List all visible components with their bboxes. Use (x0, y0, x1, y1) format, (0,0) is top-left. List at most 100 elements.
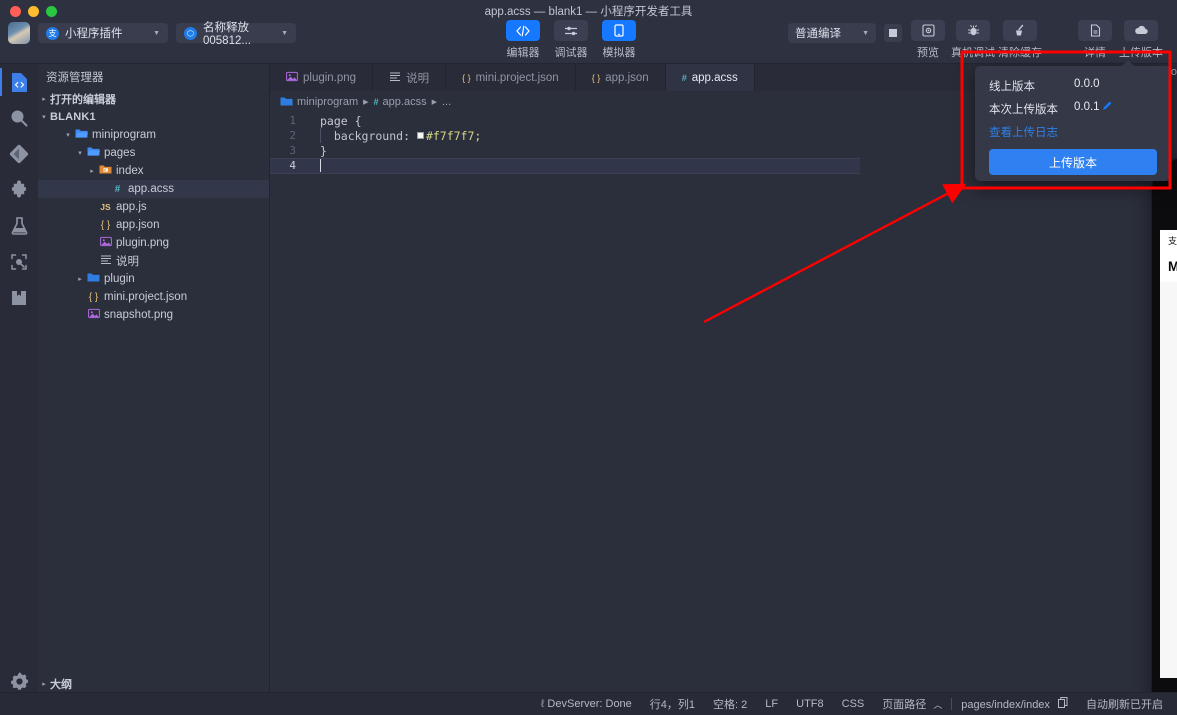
tree-item-mini-project-json[interactable]: { } mini.project.json (38, 288, 269, 306)
editor-tab-label: plugin.png (303, 71, 357, 84)
tree-item-app-acss[interactable]: # app.acss (38, 180, 269, 198)
activity-item-explorer[interactable] (0, 64, 38, 100)
status-eol[interactable]: LF (756, 698, 787, 710)
code-token: page { (320, 113, 362, 128)
image-icon (98, 236, 113, 250)
explorer-title: 资源管理器 (46, 72, 104, 84)
breadcrumb-item[interactable]: miniprogram (280, 96, 358, 109)
plugin-type-label: 小程序插件 (65, 28, 123, 40)
activity-item-inspector[interactable] (0, 244, 38, 280)
project-selector[interactable]: ⬡ 名称释放005812... ▼ (176, 22, 296, 47)
upload-version-submit-button[interactable]: 上传版本 (989, 149, 1157, 175)
status-cursor-position[interactable]: 行4，列1 (641, 696, 704, 712)
online-version-label: 线上版本 (989, 81, 1035, 93)
breadcrumb-label: miniprogram (297, 96, 359, 108)
status-page-path-toggle[interactable]: 页面路径 ︿ (873, 696, 951, 712)
status-auto-refresh[interactable]: 自动刷新已开启 (1077, 696, 1177, 712)
activity-item-extensions[interactable] (0, 172, 38, 208)
tree-item-plugin[interactable]: ▸ plugin (38, 270, 269, 288)
code-editor[interactable]: 1 page {2 background: #f7f7f7; 3} 4 (270, 113, 860, 692)
status-language[interactable]: CSS (833, 698, 874, 710)
line-number: 1 (289, 114, 296, 127)
activity-bar (0, 64, 38, 715)
sidebar-section-project[interactable]: ▾ BLANK1 (38, 108, 269, 126)
line-number: 3 (289, 144, 296, 157)
open-editors-label: 打开的编辑器 (50, 94, 116, 106)
sliders-icon (554, 20, 588, 41)
code-line[interactable]: 3} (270, 143, 860, 158)
toolbar-button-editor[interactable]: 编辑器 (497, 20, 549, 60)
broom-icon (1003, 20, 1037, 41)
tree-item-plugin-png[interactable]: plugin.png (38, 234, 269, 252)
activity-item-search[interactable] (0, 100, 38, 136)
tree-item-pages[interactable]: ▾ pages (38, 144, 269, 162)
status-encoding[interactable]: UTF8 (787, 698, 833, 710)
title-bar: app.acss — blank1 — 小程序开发者工具 支 小程序插件 ▼ ⬡… (0, 0, 1177, 64)
editor-tab-mini-project-json[interactable]: { } mini.project.json (446, 64, 576, 91)
phone-screen: 支付宝 My App ··· (1160, 230, 1177, 678)
toolbar-button-debugger[interactable]: 调试器 (545, 20, 597, 60)
compile-mode-selector[interactable]: 普通编译 ▼ (788, 23, 876, 43)
toolbar-label-upload-version: 上传版本 (1119, 47, 1163, 59)
toolbar-button-simulator[interactable]: 模拟器 (593, 20, 645, 60)
upload-version-label: 本次上传版本 (989, 104, 1058, 116)
code-line-text: page { (306, 114, 362, 128)
sidebar-section-outline[interactable]: ▸ 大纲 (38, 675, 270, 693)
status-page-path-value[interactable]: pages/index/index (952, 697, 1077, 711)
tree-item-label: snapshot.png (104, 309, 174, 321)
project-root-label: BLANK1 (50, 111, 96, 123)
tree-item-app-js[interactable]: JS app.js (38, 198, 269, 216)
toolbar-button-upload-version[interactable]: 上传版本 (1115, 20, 1167, 60)
chevron-down-icon[interactable]: ▾ (62, 131, 74, 139)
window-title: app.acss — blank1 — 小程序开发者工具 (484, 6, 693, 18)
code-icon (506, 20, 540, 41)
view-upload-log-link[interactable]: 查看上传日志 (989, 124, 1157, 140)
breadcrumb-item[interactable]: # app.acss (374, 96, 427, 108)
chevron-down-icon: ▼ (862, 29, 869, 37)
code-line[interactable]: 4 (270, 158, 860, 173)
plugin-type-selector[interactable]: 支 小程序插件 ▼ (38, 23, 168, 43)
tree-item-index[interactable]: ▸ index (38, 162, 269, 180)
plugin-badge-icon: 支 (46, 26, 59, 40)
tree-item-label: plugin (104, 273, 135, 285)
pencil-icon[interactable] (1102, 101, 1112, 117)
code-line-text: } (306, 144, 327, 158)
chevron-right-icon[interactable]: ▸ (86, 167, 98, 175)
sidebar-section-open-editors[interactable]: ▸ 打开的编辑器 (38, 90, 269, 108)
code-line[interactable]: 2 background: #f7f7f7; (270, 128, 860, 143)
stop-compile-button[interactable] (884, 24, 902, 42)
tree-item-label: 说明 (116, 256, 139, 268)
status-page-path-value-label: pages/index/index (961, 699, 1050, 711)
activity-item-resources[interactable] (0, 280, 38, 316)
copy-icon[interactable] (1058, 697, 1068, 711)
braces-icon: { } (88, 291, 99, 303)
chevron-down-icon[interactable]: ▾ (74, 149, 86, 157)
toolbar-label-real-device-debug: 真机调试 (951, 47, 995, 59)
editor-tab-app-json[interactable]: { } app.json (576, 64, 666, 91)
editor-tab-plugin-png[interactable]: plugin.png (270, 64, 374, 91)
tree-item--[interactable]: 说明 (38, 252, 269, 270)
tree-item-miniprogram[interactable]: ▾ miniprogram (38, 126, 269, 144)
status-devserver[interactable]: ℓ DevServer: Done (532, 698, 641, 710)
file-tree: ▾ miniprogram ▾ pages ▸ index # app.acss JS app.j… (38, 126, 269, 324)
toolbar-label-editor: 编辑器 (506, 47, 540, 59)
editor-tab--[interactable]: 说明 (373, 64, 447, 91)
tree-item-label: plugin.png (116, 237, 170, 249)
tree-item-snapshot-png[interactable]: snapshot.png (38, 306, 269, 324)
tree-item-app-json[interactable]: { } app.json (38, 216, 269, 234)
toolbar-button-clear-cache[interactable]: 清除缓存 (994, 20, 1046, 60)
activity-item-source-control[interactable] (0, 136, 38, 172)
color-swatch[interactable] (416, 131, 424, 139)
editor-tab-app-acss[interactable]: # app.acss (665, 64, 755, 91)
toolbar-button-real-device-debug[interactable]: 真机调试 (947, 20, 999, 60)
tree-item-label: miniprogram (92, 129, 156, 141)
chevron-right-icon: ▸ (42, 96, 46, 103)
app-window: app.acss — blank1 — 小程序开发者工具 支 小程序插件 ▼ ⬡… (0, 0, 1177, 715)
code-line[interactable]: 1 page { (270, 113, 860, 128)
chevron-right-icon[interactable]: ▸ (74, 275, 86, 283)
breadcrumb-item[interactable]: ... (442, 96, 451, 108)
toolbar-button-detail[interactable]: 详情 (1069, 20, 1121, 60)
phone-frame: 支付宝 My App ··· (1152, 158, 1177, 715)
status-indentation[interactable]: 空格: 2 (704, 696, 756, 712)
activity-item-experiment[interactable] (0, 208, 38, 244)
